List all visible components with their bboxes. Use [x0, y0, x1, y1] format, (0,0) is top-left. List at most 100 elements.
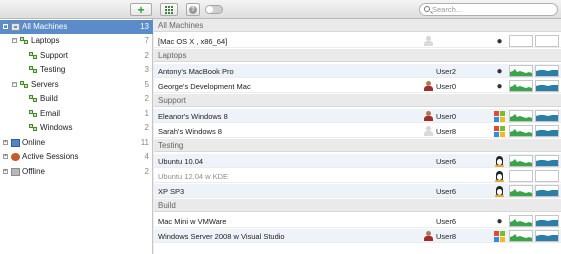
sidebar-item-label: Testing [40, 65, 66, 74]
grid-view-button[interactable] [160, 3, 178, 16]
search-input[interactable] [432, 4, 552, 15]
cpu-graph [509, 155, 533, 167]
sidebar-item-servers[interactable]: − Servers 5 [0, 78, 153, 92]
machine-user: User6 [436, 217, 457, 226]
group-icon [29, 110, 38, 118]
machine-list: All Machines [Mac OS X , x86_64] ● Laptops A… [154, 19, 561, 254]
sidebar-item-email[interactable]: Email 1 [0, 107, 153, 121]
machine-name: Sarah's Windows 8 [158, 127, 222, 136]
network-graph [535, 230, 559, 242]
group-icon [20, 81, 29, 89]
collapse-icon[interactable]: − [3, 24, 8, 29]
cpu-graph [509, 215, 533, 227]
group-icon [29, 95, 38, 103]
sidebar-item-label: Build [40, 94, 58, 103]
machine-name: Ubuntu 10.04 [158, 157, 204, 166]
machine-user: User6 [436, 157, 457, 166]
sidebar-item-label: Laptops [31, 36, 60, 45]
sidebar-item-count: 1 [144, 109, 149, 118]
sidebar-item-support[interactable]: Support 2 [0, 49, 153, 63]
expand-icon[interactable]: + [3, 140, 8, 145]
network-graph [535, 170, 559, 182]
search-icon [424, 6, 430, 12]
machine-name: XP SP3 [158, 187, 185, 196]
sidebar-item-active-sessions[interactable]: + Active Sessions 4 [0, 150, 153, 164]
offline-icon [11, 168, 20, 176]
linux-icon [494, 186, 505, 197]
sidebar-item-label: Active Sessions [22, 152, 79, 161]
machine-user: User0 [436, 112, 457, 121]
user-icon [424, 111, 433, 121]
cpu-graph [509, 65, 533, 77]
group-header: All Machines [154, 19, 561, 32]
online-icon [11, 139, 20, 147]
sidebar-item-label: Offline [22, 167, 45, 176]
user-icon [424, 81, 433, 91]
cpu-graph [509, 35, 533, 47]
group-header: Build [154, 199, 561, 212]
machine-name: Antony's MacBook Pro [158, 67, 234, 76]
sidebar-item-count: 7 [144, 36, 149, 45]
cpu-graph [509, 185, 533, 197]
machine-row[interactable]: Sarah's Windows 8 User8 [154, 124, 561, 138]
toggle-knob [206, 6, 213, 13]
sidebar-item-count: 11 [140, 138, 149, 147]
linux-icon [494, 171, 505, 182]
machine-row[interactable]: George's Development Mac User0 ● [154, 79, 561, 93]
machine-icon [11, 23, 20, 31]
group-icon [29, 124, 38, 132]
machine-user: User2 [436, 67, 457, 76]
sidebar-item-count: 13 [140, 22, 149, 31]
network-graph [535, 215, 559, 227]
grid-icon [165, 5, 173, 14]
group-icon [20, 37, 29, 45]
toggle-switch[interactable] [205, 5, 223, 14]
collapse-icon[interactable]: − [12, 82, 17, 87]
cpu-graph [509, 110, 533, 122]
machine-user: User8 [436, 232, 457, 241]
network-graph [535, 125, 559, 137]
machine-user: User6 [436, 187, 457, 196]
machine-row[interactable]: XP SP3 User6 [154, 184, 561, 198]
machine-row[interactable]: Eleanor's Windows 8 User0 [154, 109, 561, 123]
sidebar-item-count: 2 [144, 167, 149, 176]
machine-row[interactable]: Ubuntu 10.04 User6 [154, 154, 561, 168]
sidebar-item-count: 5 [144, 80, 149, 89]
toolbar: + ? [0, 0, 561, 19]
machine-row[interactable]: Windows Server 2008 w Visual Studio User8 [154, 229, 561, 243]
machine-name: Windows Server 2008 w Visual Studio [158, 232, 285, 241]
sidebar-item-laptops[interactable]: − Laptops 7 [0, 34, 153, 48]
machine-row[interactable]: Antony's MacBook Pro User2 ● [154, 64, 561, 78]
network-graph [535, 185, 559, 197]
add-machine-button[interactable]: + [130, 3, 152, 16]
linux-icon [494, 156, 505, 167]
sidebar-item-label: Windows [40, 123, 73, 132]
sidebar-item-label: Servers [31, 80, 59, 89]
cpu-graph [509, 125, 533, 137]
apple-icon: ● [496, 66, 503, 77]
group-header: Testing [154, 139, 561, 152]
sidebar-item-build[interactable]: Build 2 [0, 92, 153, 106]
sidebar-item-windows[interactable]: Windows 2 [0, 121, 153, 135]
machine-row[interactable]: [Mac OS X , x86_64] ● [154, 34, 561, 48]
search-box[interactable] [419, 3, 558, 16]
sidebar-item-count: 3 [144, 65, 149, 74]
machine-row[interactable]: Mac Mini w VMWare User6 ● [154, 214, 561, 228]
cpu-graph [509, 170, 533, 182]
user-icon [424, 36, 433, 46]
collapse-icon[interactable]: − [12, 38, 17, 43]
sidebar-item-all-machines[interactable]: − All Machines 13 [0, 20, 153, 34]
help-button[interactable]: ? [186, 3, 200, 16]
machine-user: User0 [436, 82, 457, 91]
apple-icon: ● [496, 216, 503, 227]
expand-icon[interactable]: + [3, 154, 8, 159]
sidebar-item-online[interactable]: + Online 11 [0, 136, 153, 150]
sidebar-item-count: 2 [144, 123, 149, 132]
expand-icon[interactable]: + [3, 169, 8, 174]
sidebar-item-label: All Machines [22, 22, 68, 31]
sidebar-item-testing[interactable]: Testing 3 [0, 63, 153, 77]
windows-icon [494, 111, 505, 122]
machine-row[interactable]: Ubuntu 12.04 w KDE [154, 169, 561, 183]
windows-icon [494, 231, 505, 242]
sidebar-item-offline[interactable]: + Offline 2 [0, 165, 153, 179]
